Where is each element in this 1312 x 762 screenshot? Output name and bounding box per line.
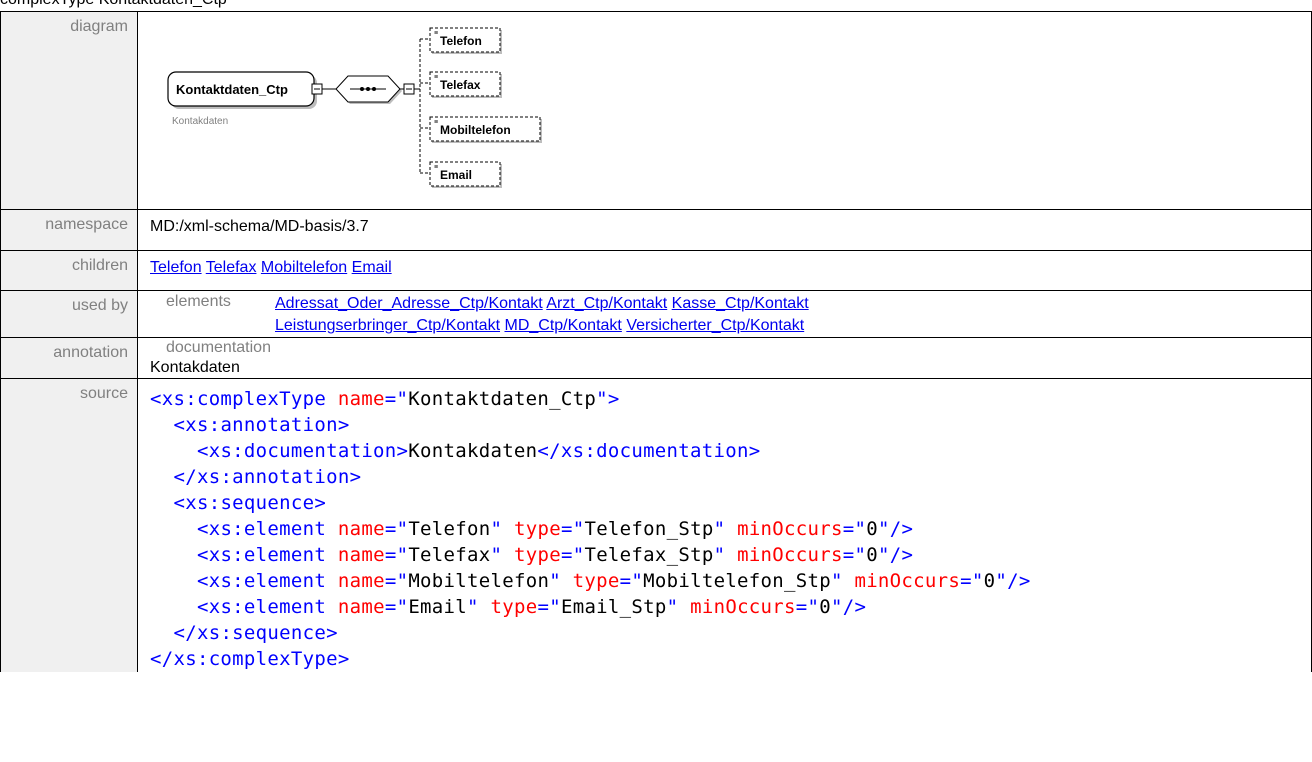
- source-line: <xs:annotation>: [173, 414, 350, 436]
- source-line: <xs:element name="Mobiltelefon" type="Mo…: [196, 570, 1031, 592]
- used-by-link-adressat[interactable]: Adressat_Oder_Adresse_Ctp/Kontakt: [275, 295, 543, 312]
- child-telefax-icon: ≡: [434, 74, 438, 81]
- used-by-label: used by: [0, 290, 138, 338]
- schema-diagram: Kontaktdaten_Ctp Kontakdaten ≡ Telefon ≡…: [167, 27, 542, 188]
- child-email-icon: ≡: [434, 164, 438, 171]
- source-line: </xs:sequence>: [173, 622, 338, 644]
- children-links: Telefon Telefax Mobiltelefon Email: [137, 250, 1312, 291]
- child-element-telefax[interactable]: ≡ Telefax: [420, 71, 502, 98]
- source-line: <xs:element name="Email" type="Email_Stp…: [196, 596, 867, 618]
- source-line: <xs:sequence>: [173, 492, 327, 514]
- sequence-collapse-toggle[interactable]: [403, 83, 415, 95]
- page-title: complexType Kontaktdaten_Ctp: [0, 0, 227, 11]
- namespace-value: MD:/xml-schema/MD-basis/3.7: [137, 209, 1312, 251]
- child-link-telefon[interactable]: Telefon: [150, 259, 202, 276]
- used-by-row: used by elements Adressat_Oder_Adresse_C…: [0, 290, 1312, 338]
- schema-doc-table: diagram Kontaktdaten_Ctp Kontakdaten ≡ T…: [0, 11, 1312, 672]
- source-label: source: [0, 378, 138, 672]
- diagram-label: diagram: [0, 11, 138, 210]
- diagram-cell: Kontaktdaten_Ctp Kontakdaten ≡ Telefon ≡…: [137, 11, 1312, 210]
- child-mobiltelefon-label: Mobiltelefon: [440, 123, 511, 137]
- annotation-row: annotation documentation Kontakdaten: [0, 337, 1312, 379]
- children-row: children Telefon Telefax Mobiltelefon Em…: [0, 250, 1312, 291]
- child-mobiltelefon-icon: ≡: [434, 119, 438, 126]
- annotation-cell: documentation Kontakdaten: [137, 337, 1312, 379]
- annotation-kind: documentation: [166, 339, 271, 356]
- child-element-mobiltelefon[interactable]: ≡ Mobiltelefon: [420, 116, 542, 143]
- used-by-cell: elements Adressat_Oder_Adresse_Ctp/Konta…: [137, 290, 1312, 338]
- used-by-links: Adressat_Oder_Adresse_Ctp/Kontakt Arzt_C…: [275, 293, 809, 337]
- root-collapse-toggle[interactable]: [311, 83, 323, 95]
- source-line: <xs:element name="Telefon" type="Telefon…: [196, 518, 914, 540]
- used-by-link-md[interactable]: MD_Ctp/Kontakt: [504, 317, 621, 334]
- child-telefax-label: Telefax: [440, 78, 481, 92]
- child-link-mobiltelefon[interactable]: Mobiltelefon: [261, 259, 347, 276]
- sequence-compositor: [335, 75, 402, 104]
- used-by-link-leistungserbringer[interactable]: Leistungserbringer_Ctp/Kontakt: [275, 317, 500, 334]
- namespace-row: namespace MD:/xml-schema/MD-basis/3.7: [0, 209, 1312, 251]
- annotation-text: Kontakdaten: [150, 359, 240, 376]
- source-line: <xs:complexType name="Kontaktdaten_Ctp">: [150, 388, 620, 410]
- diagram-row: diagram Kontaktdaten_Ctp Kontakdaten ≡ T…: [0, 11, 1312, 210]
- source-line: </xs:annotation>: [173, 466, 362, 488]
- source-code: <xs:complexType name="Kontaktdaten_Ctp">…: [150, 379, 1311, 672]
- used-by-link-arzt[interactable]: Arzt_Ctp/Kontakt: [546, 295, 667, 312]
- root-element-caption: Kontakdaten: [172, 116, 228, 127]
- source-line: <xs:documentation>Kontakdaten</xs:docume…: [196, 440, 761, 462]
- source-line: </xs:complexType>: [150, 648, 350, 670]
- namespace-label: namespace: [0, 209, 138, 251]
- source-line: <xs:element name="Telefax" type="Telefax…: [196, 544, 914, 566]
- child-link-email[interactable]: Email: [352, 259, 392, 276]
- child-email-label: Email: [440, 168, 472, 182]
- used-by-link-kasse[interactable]: Kasse_Ctp/Kontakt: [672, 295, 809, 312]
- root-element-name: Kontaktdaten_Ctp: [176, 82, 288, 97]
- source-row: source <xs:complexType name="Kontaktdate…: [0, 378, 1312, 672]
- annotation-label: annotation: [0, 337, 138, 379]
- child-element-telefon[interactable]: ≡ Telefon: [420, 27, 502, 54]
- child-telefon-icon: ≡: [434, 30, 438, 37]
- used-by-kind: elements: [166, 293, 231, 310]
- children-label: children: [0, 250, 138, 291]
- child-telefon-label: Telefon: [440, 34, 482, 48]
- child-element-email[interactable]: ≡ Email: [420, 161, 502, 188]
- source-cell: <xs:complexType name="Kontaktdaten_Ctp">…: [137, 378, 1312, 672]
- used-by-link-versicherter[interactable]: Versicherter_Ctp/Kontakt: [626, 317, 804, 334]
- child-link-telefax[interactable]: Telefax: [206, 259, 257, 276]
- root-element-box[interactable]: Kontaktdaten_Ctp: [167, 71, 317, 109]
